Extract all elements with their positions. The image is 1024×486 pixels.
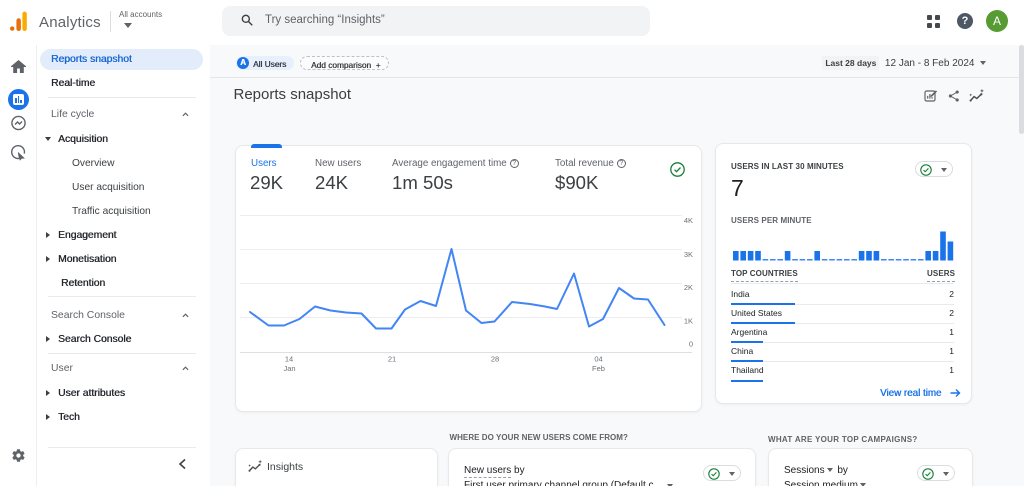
- svg-text:21: 21: [388, 355, 396, 364]
- svg-text:04: 04: [594, 355, 602, 364]
- svg-text:2K: 2K: [684, 283, 693, 292]
- svg-text:Jan: Jan: [283, 364, 295, 373]
- svg-text:Feb: Feb: [592, 364, 605, 373]
- svg-text:0: 0: [689, 340, 693, 349]
- svg-text:1K: 1K: [684, 317, 693, 326]
- svg-text:4K: 4K: [684, 216, 693, 225]
- svg-text:14: 14: [285, 355, 293, 364]
- svg-text:28: 28: [491, 355, 499, 364]
- svg-text:3K: 3K: [684, 250, 693, 259]
